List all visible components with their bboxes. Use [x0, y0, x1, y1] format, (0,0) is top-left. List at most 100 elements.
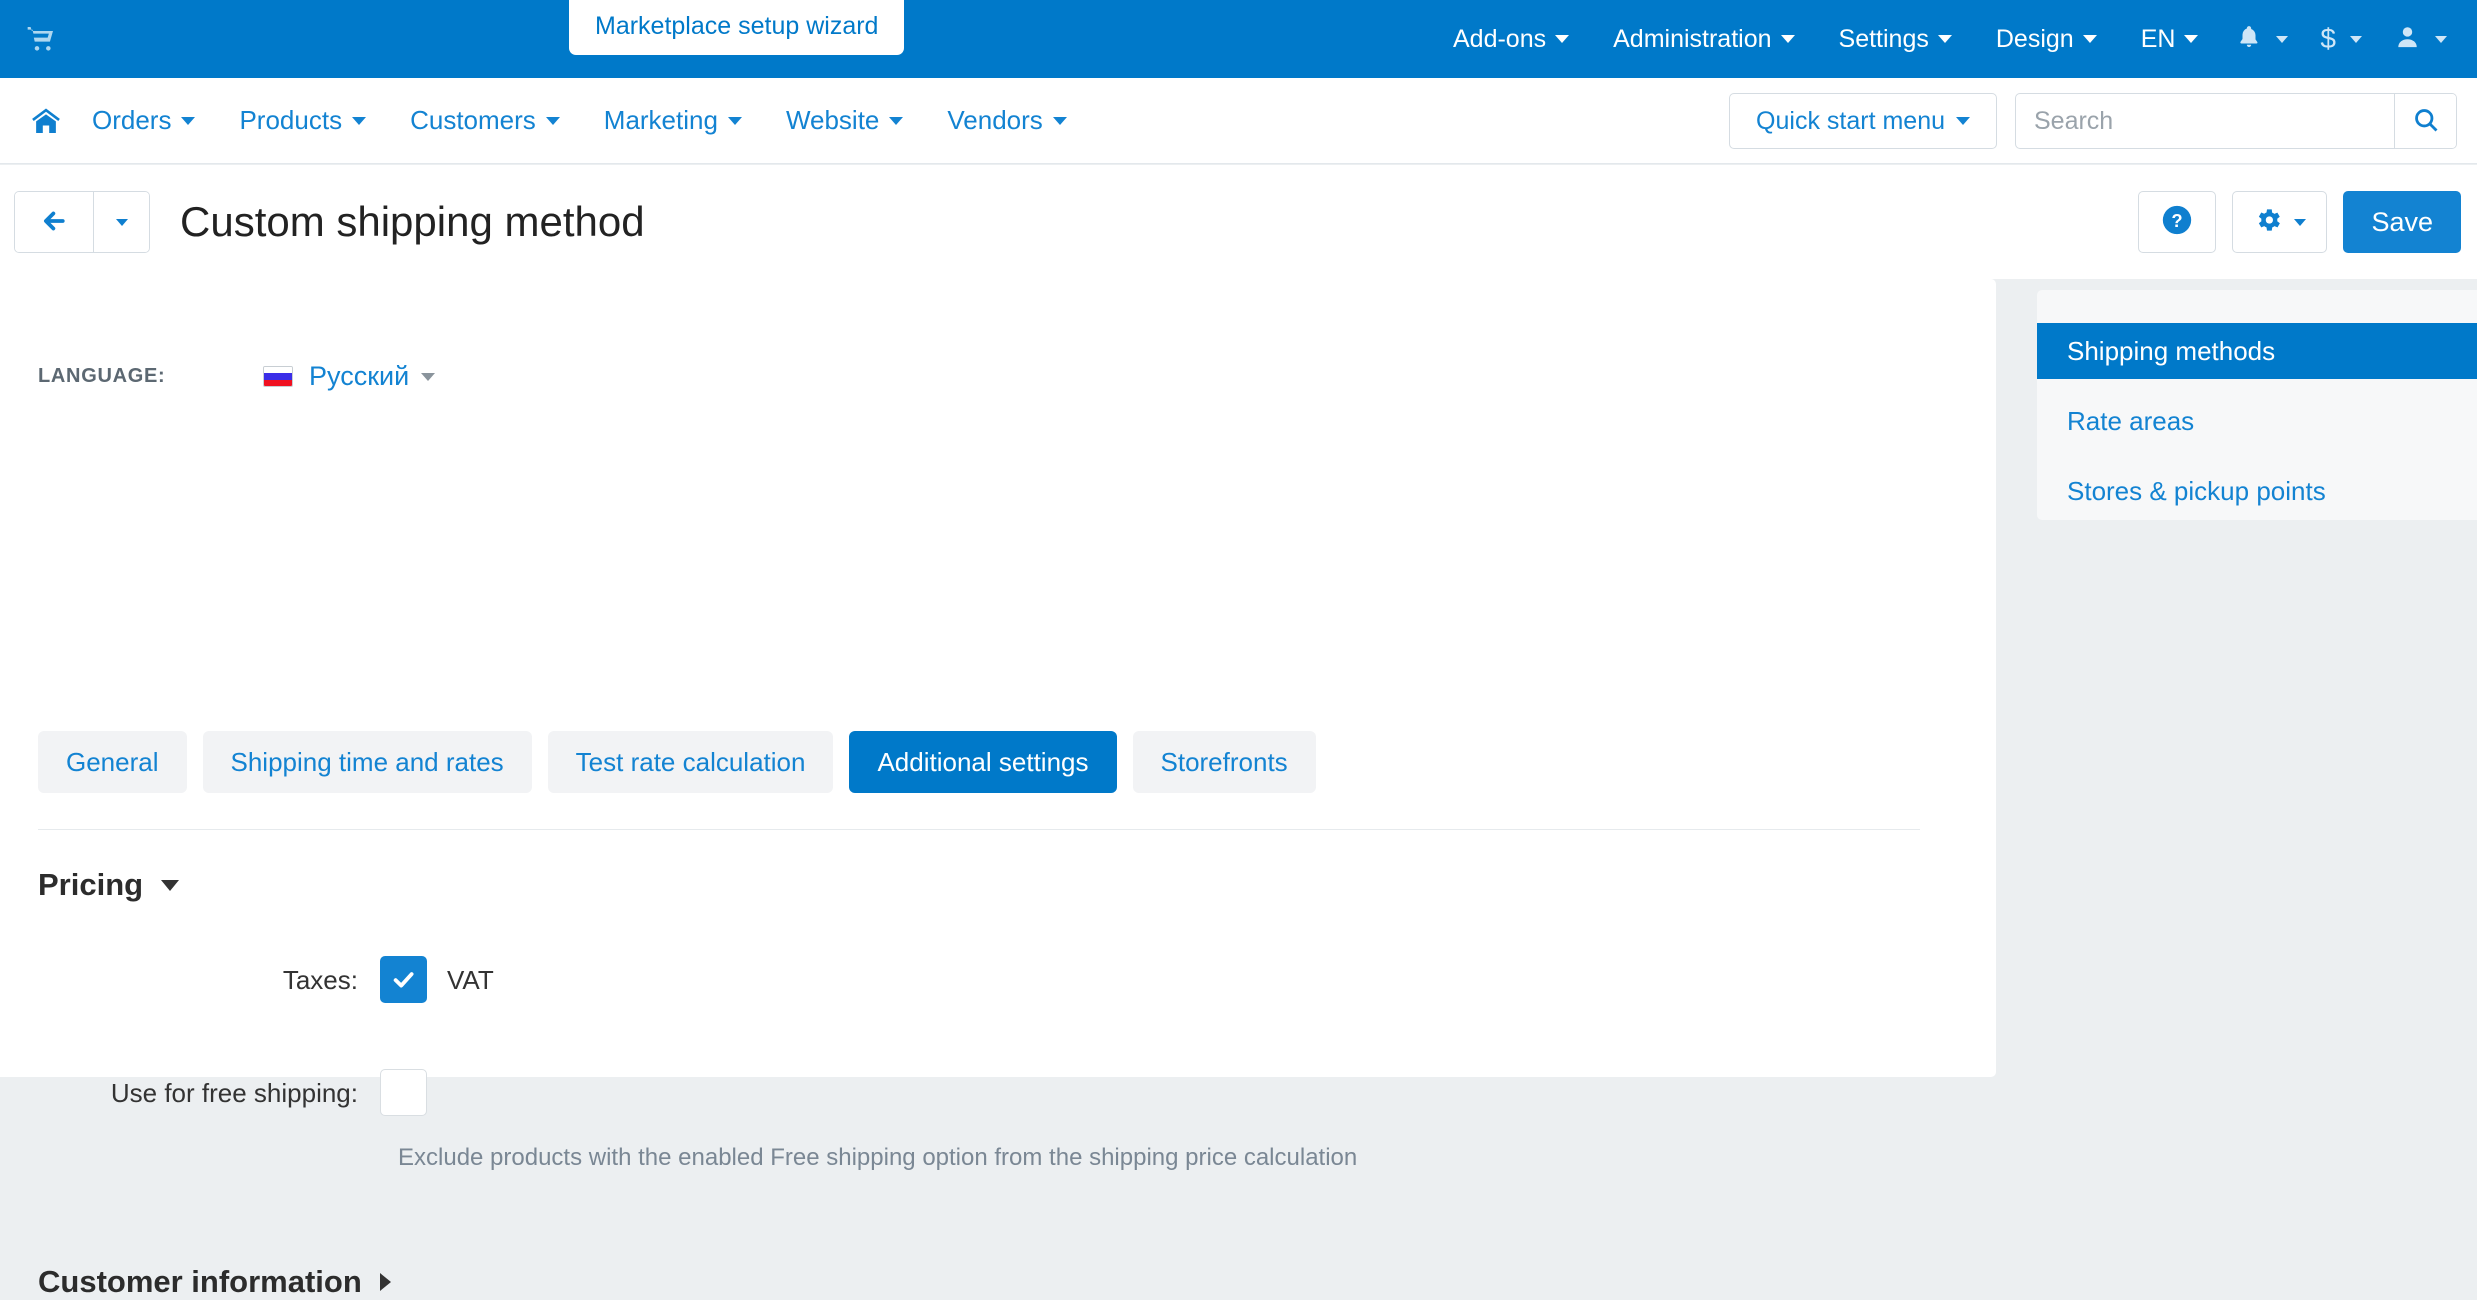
language-selected-label: Русский — [309, 361, 410, 391]
taxes-vat-checkbox[interactable] — [380, 956, 427, 1003]
free-shipping-helper-text: Exclude products with the enabled Free s… — [398, 1144, 1358, 1171]
search-icon — [2412, 106, 2440, 137]
save-button[interactable]: Save — [2343, 191, 2461, 253]
chevron-down-icon — [2082, 35, 2097, 43]
chevron-down-icon — [2294, 218, 2307, 226]
free-shipping-field-row: Use for free shipping: — [0, 1069, 427, 1117]
chevron-down-icon — [1555, 35, 1570, 43]
currency-menu[interactable]: $ — [2304, 0, 2378, 78]
nav-item-vendors[interactable]: Vendors — [925, 78, 1088, 164]
chevron-down-icon — [161, 879, 180, 891]
back-button[interactable] — [15, 192, 93, 252]
notifications-menu[interactable] — [2220, 0, 2304, 78]
nav-item-customers[interactable]: Customers — [388, 78, 582, 164]
nav-item-website[interactable]: Website — [764, 78, 925, 164]
search-button[interactable] — [2394, 94, 2456, 148]
sidebar-item-rate-areas[interactable]: Rate areas — [2037, 393, 2477, 449]
tab-test-rate-calculation[interactable]: Test rate calculation — [547, 731, 834, 793]
nav-item-marketing[interactable]: Marketing — [582, 78, 764, 164]
shopping-cart-icon[interactable] — [18, 16, 64, 62]
main-nav-bar: Orders Products Customers Marketing Webs… — [0, 78, 2477, 164]
sidebar-panel: Shipping methods Rate areas Stores & pic… — [2037, 290, 2477, 520]
gear-icon — [2253, 205, 2283, 240]
chevron-down-icon — [2350, 35, 2362, 43]
arrow-left-icon — [39, 206, 69, 239]
back-button-group — [14, 191, 150, 253]
page-title-bar-actions: ? Save — [2138, 165, 2461, 279]
tab-storefronts[interactable]: Storefronts — [1132, 731, 1316, 793]
quick-start-menu-label: Quick start menu — [1756, 106, 1945, 135]
home-icon[interactable] — [22, 97, 70, 145]
pricing-section-header[interactable]: Pricing — [38, 867, 180, 903]
chevron-down-icon — [181, 116, 196, 125]
tab-shipping-time-and-rates[interactable]: Shipping time and rates — [202, 731, 532, 793]
settings-dropdown-button[interactable] — [2232, 191, 2328, 253]
dollar-icon: $ — [2320, 23, 2336, 54]
chevron-right-icon — [379, 1273, 391, 1291]
chevron-down-icon — [1780, 35, 1795, 43]
marketplace-setup-wizard-link[interactable]: Marketplace setup wizard — [569, 0, 905, 55]
pricing-section-title: Pricing — [38, 867, 144, 902]
top-menu-label: EN — [2140, 24, 2176, 53]
svg-text:?: ? — [2172, 210, 2183, 231]
sidebar-item-stores-pickup-points[interactable]: Stores & pickup points — [2037, 463, 2477, 519]
language-selector[interactable]: Русский — [309, 361, 436, 392]
chevron-down-icon — [889, 116, 904, 125]
settings-tabs: General Shipping time and rates Test rat… — [38, 731, 1316, 793]
chevron-down-icon — [1937, 35, 1952, 43]
nav-bar-right: Quick start menu — [1729, 78, 2457, 164]
page-body: LANGUAGE: Русский General Shipping time … — [0, 279, 2477, 1299]
top-bar-right: Add-ons Administration Settings Design E… — [1431, 0, 2463, 78]
sidebar-item-shipping-methods[interactable]: Shipping methods — [2037, 323, 2477, 379]
language-row: LANGUAGE: Русский — [38, 361, 436, 392]
sidebar-top-spacer — [2037, 290, 2477, 323]
nav-item-label: Products — [239, 105, 343, 135]
help-button[interactable]: ? — [2138, 191, 2217, 253]
user-icon — [2394, 23, 2421, 56]
nav-item-products[interactable]: Products — [217, 78, 388, 164]
nav-item-label: Marketing — [603, 105, 718, 135]
user-account-menu[interactable] — [2378, 0, 2463, 78]
taxes-field-row: Taxes: VAT — [0, 956, 494, 1004]
free-shipping-checkbox[interactable] — [380, 1069, 427, 1116]
search-input[interactable] — [2016, 94, 2394, 148]
nav-item-label: Website — [785, 105, 880, 135]
top-menu-administration[interactable]: Administration — [1591, 0, 1816, 78]
content-panel: LANGUAGE: Русский General Shipping time … — [0, 279, 1996, 1299]
quick-start-menu-button[interactable]: Quick start menu — [1729, 93, 1997, 149]
chevron-down-icon — [421, 372, 436, 381]
top-menu-label: Design — [1995, 24, 2074, 53]
nav-item-label: Vendors — [947, 105, 1043, 135]
nav-item-orders[interactable]: Orders — [70, 78, 217, 164]
language-label: LANGUAGE: — [38, 365, 166, 387]
nav-item-label: Customers — [410, 105, 536, 135]
check-icon — [393, 972, 414, 988]
bell-icon — [2236, 22, 2262, 57]
tab-general[interactable]: General — [38, 731, 187, 793]
top-menu-label: Administration — [1613, 24, 1772, 53]
section-divider — [38, 829, 1920, 830]
chevron-down-icon — [2184, 35, 2199, 43]
free-shipping-label: Use for free shipping: — [110, 1078, 358, 1108]
taxes-vat-label: VAT — [447, 965, 494, 995]
top-menu-label: Settings — [1838, 24, 1929, 53]
flag-russia-icon — [263, 366, 293, 387]
chevron-down-icon — [115, 218, 128, 226]
top-menu-language[interactable]: EN — [2119, 0, 2221, 78]
customer-information-section-header[interactable]: Customer information — [38, 1264, 391, 1300]
chevron-down-icon — [2276, 35, 2289, 43]
customer-information-section-title: Customer information — [38, 1264, 362, 1299]
back-dropdown-button[interactable] — [93, 192, 149, 252]
tab-additional-settings[interactable]: Additional settings — [849, 731, 1117, 793]
chevron-down-icon — [727, 116, 742, 125]
top-menu-settings[interactable]: Settings — [1817, 0, 1974, 78]
nav-item-label: Orders — [92, 105, 172, 135]
top-menu-add-ons[interactable]: Add-ons — [1431, 0, 1591, 78]
chevron-down-icon — [545, 116, 560, 125]
page-title-bar: Custom shipping method ? Save — [0, 165, 2477, 279]
question-circle-icon: ? — [2160, 203, 2194, 242]
chevron-down-icon — [352, 116, 367, 125]
top-menu-design[interactable]: Design — [1974, 0, 2119, 78]
